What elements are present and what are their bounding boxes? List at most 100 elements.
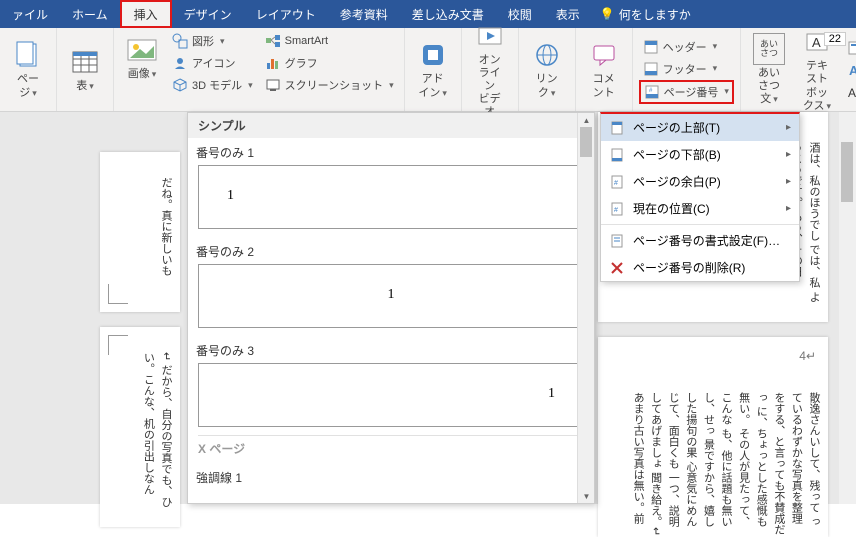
smartart-button[interactable]: SmartArt <box>261 30 398 52</box>
gallery-item-accent-label: 強調線 1 <box>188 463 594 488</box>
header-button[interactable]: ヘッダー▾ <box>639 36 734 58</box>
remove-icon <box>609 260 625 276</box>
group-illustrations: 画像▾ 図形▾ アイコン 3D モデル▾ SmartArt グラフ スクリーンシ… <box>114 28 405 111</box>
scrollbar-thumb[interactable] <box>841 142 853 202</box>
tab-references[interactable]: 参考資料 <box>328 0 400 28</box>
footer-button[interactable]: フッター▾ <box>639 58 734 80</box>
wordart-icon: A <box>847 62 856 78</box>
greeting-button[interactable]: あいさつ あいさつ文▾ <box>747 29 791 111</box>
quickparts-icon <box>847 40 856 56</box>
group-pages: ページ▾ <box>0 28 57 111</box>
page-number-gallery: シンプル 番号のみ 1 1 番号のみ 2 1 番号のみ 3 1 X ページ 強調… <box>187 112 595 504</box>
gallery-item-1[interactable]: 1 <box>198 165 584 229</box>
smartart-icon <box>265 33 281 49</box>
ribbon-content: ページ▾ 表▾ 画像▾ 図形▾ アイコン 3D モデル▾ SmartArt グラ… <box>0 28 856 112</box>
chart-button[interactable]: グラフ <box>261 52 398 74</box>
tell-me-search[interactable]: 💡 何をしますか <box>600 6 691 23</box>
menu-format-page-number[interactable]: ページ番号の書式設定(F)… <box>601 227 799 254</box>
tell-me-label: 何をしますか <box>619 6 691 23</box>
menu-page-bottom[interactable]: ページの下部(B)▸ <box>601 141 799 168</box>
smartart-label: SmartArt <box>285 35 328 47</box>
menu-label: ページ番号の書式設定(F)… <box>633 232 780 249</box>
header-icon <box>643 39 659 55</box>
tab-home[interactable]: ホーム <box>60 0 120 28</box>
link-button[interactable]: リンク▾ <box>525 35 569 103</box>
scroll-down-arrow[interactable]: ▼ <box>578 489 595 503</box>
svg-text:A: A <box>849 63 856 78</box>
page-number-button[interactable]: #ページ番号▾ <box>639 80 734 104</box>
ribbon-tabs: ァイル ホーム 挿入 デザイン レイアウト 参考資料 差し込み文書 校閲 表示 … <box>0 0 856 28</box>
document-page-1[interactable]: だね。真に新しいも <box>100 152 180 312</box>
textbox-label-2: ボックス <box>803 87 828 112</box>
ruler-value: 22 <box>824 32 846 46</box>
menu-separator <box>601 224 799 225</box>
menu-page-top[interactable]: ページの上部(T)▸ <box>601 114 799 141</box>
gallery-section-x: X ページ <box>198 435 584 461</box>
text-misc-2[interactable]: A▾ <box>843 59 856 81</box>
menu-label: ページの下部(B) <box>633 146 721 163</box>
3dmodel-button[interactable]: 3D モデル▾ <box>168 74 257 96</box>
table-button[interactable]: 表▾ <box>63 42 107 97</box>
scroll-up-arrow[interactable]: ▲ <box>578 113 595 127</box>
gallery-item-3[interactable]: 1 <box>198 363 584 427</box>
chart-icon <box>265 55 281 71</box>
comment-label: コメント <box>588 73 620 99</box>
group-addins: アドイン▾ <box>405 28 462 111</box>
tab-layout[interactable]: レイアウト <box>244 0 328 28</box>
gallery-item-2-label: 番号のみ 2 <box>188 237 594 262</box>
icons-button[interactable]: アイコン <box>168 52 257 74</box>
greeting-icon: あいさつ <box>753 33 785 65</box>
sample-number: 1 <box>548 386 555 402</box>
comment-button[interactable]: コメント <box>582 35 626 103</box>
shapes-button[interactable]: 図形▾ <box>168 30 257 52</box>
image-label: 画像 <box>128 68 150 80</box>
menu-page-margin[interactable]: # ページの余白(P)▸ <box>601 168 799 195</box>
footer-icon <box>643 61 659 77</box>
document-page-2[interactable]: ↵ だから、自分の写真でも、ひ い。こんな、机の引出しなん <box>100 327 180 527</box>
pages-icon <box>12 39 44 71</box>
online-video-button[interactable]: オンラインビデオ <box>468 16 512 124</box>
footer-label: フッター <box>663 61 707 77</box>
document-page-4[interactable]: 4↵ 散逸さんいして、残って っているわずかな写真を整理 をする、と言っても不賛… <box>598 337 828 537</box>
text-misc-3[interactable]: A▾ <box>843 81 856 103</box>
image-button[interactable]: 画像▾ <box>120 30 164 85</box>
pages-button[interactable]: ページ▾ <box>6 35 50 103</box>
link-label-2: ク <box>538 87 549 99</box>
link-icon <box>531 39 563 71</box>
gallery-item-3-label: 番号のみ 3 <box>188 336 594 361</box>
gallery-item-2[interactable]: 1 <box>198 264 584 328</box>
scrollbar-thumb[interactable] <box>580 127 592 157</box>
group-table: 表▾ <box>57 28 114 111</box>
vertical-scrollbar[interactable] <box>839 112 856 504</box>
menu-label: 現在の位置(C) <box>633 200 710 217</box>
menu-label: ページ番号の削除(R) <box>633 259 745 276</box>
tab-design[interactable]: デザイン <box>172 0 244 28</box>
gallery-scrollbar[interactable]: ▲ ▼ <box>577 113 594 503</box>
group-link: リンク▾ <box>519 28 576 111</box>
greeting-label-1: あいさつ <box>758 67 780 92</box>
shapes-icon <box>172 33 188 49</box>
menu-current-position[interactable]: # 現在の位置(C)▸ <box>601 195 799 222</box>
tab-file[interactable]: ァイル <box>0 0 60 28</box>
svg-text:A: A <box>812 35 821 50</box>
crop-mark <box>108 335 128 355</box>
menu-label: ページの余白(P) <box>633 173 721 190</box>
icons-label: アイコン <box>192 55 235 71</box>
menu-remove-page-number[interactable]: ページ番号の削除(R) <box>601 254 799 281</box>
page-number-label: ページ番号 <box>664 84 719 100</box>
textbox-label-1: テキスト <box>806 60 828 85</box>
screenshot-button[interactable]: スクリーンショット▾ <box>261 74 398 96</box>
document-text: 散逸さんいして、残って っているわずかな写真を整理 をする、と言っても不賛成だっ… <box>628 392 822 537</box>
page-number-menu: ページの上部(T)▸ ページの下部(B)▸ # ページの余白(P)▸ # 現在の… <box>600 112 800 282</box>
video-label-1: オンライン <box>479 54 501 92</box>
tab-view[interactable]: 表示 <box>544 0 592 28</box>
gallery-section-simple: シンプル <box>188 113 594 138</box>
gallery-item-1-label: 番号のみ 1 <box>188 138 594 163</box>
addins-button[interactable]: アドイン▾ <box>411 35 455 103</box>
page-bottom-icon <box>609 147 625 163</box>
document-text: だね。真に新しいも <box>156 177 174 307</box>
tab-insert[interactable]: 挿入 <box>120 0 172 28</box>
addins-label-2: イン <box>418 87 440 99</box>
addins-label-1: アド <box>422 73 444 85</box>
table-icon <box>69 46 101 78</box>
